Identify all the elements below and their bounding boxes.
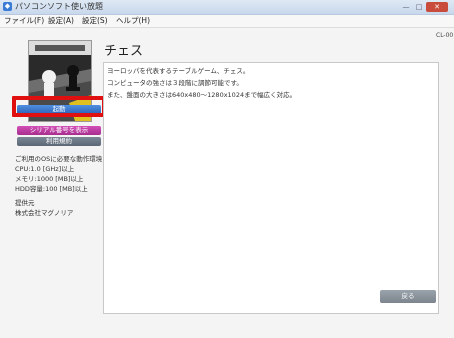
terms-button[interactable]: 利用規約 xyxy=(17,137,101,146)
window-title: パソコンソフト使い放題 xyxy=(15,2,103,11)
app-icon: ◆ xyxy=(3,2,12,11)
provider-info: 提供元 株式会社マグノリア xyxy=(15,198,73,218)
menu-help[interactable]: ヘルプ(H) xyxy=(116,15,150,27)
requirement-memory: メモリ:1000 [MB]以上 xyxy=(15,175,84,183)
close-button[interactable]: ✕ xyxy=(426,2,448,12)
system-requirements: ご利用のOSに必要な動作環境 CPU:1.0 [GHz]以上 メモリ:1000 … xyxy=(15,154,102,194)
description-line: コンピュータの強さは３段階に調節可能です。 xyxy=(107,79,243,87)
requirements-heading: ご利用のOSに必要な動作環境 xyxy=(15,155,103,163)
provider-name: 株式会社マグノリア xyxy=(15,209,74,217)
description-line: ヨーロッパを代表するテーブルゲーム、チェス。 xyxy=(107,67,250,75)
show-serial-button[interactable]: シリアル番号を表示 xyxy=(17,126,101,135)
sidebar: 起動 シリアル番号を表示 利用規約 ご利用のOSに必要な動作環境 CPU:1.0… xyxy=(10,28,106,338)
maximize-button[interactable]: □ xyxy=(413,2,425,12)
menu-file[interactable]: ファイル(F) xyxy=(4,15,44,27)
highlight-box xyxy=(12,96,106,117)
requirement-hdd: HDD容量:100 [MB]以上 xyxy=(15,185,88,193)
requirement-cpu: CPU:1.0 [GHz]以上 xyxy=(15,165,75,173)
description-line: また、盤面の大きさは640x480～1280x1024まで幅広く対応。 xyxy=(107,91,297,99)
main-content: 起動 シリアル番号を表示 利用規約 ご利用のOSに必要な動作環境 CPU:1.0… xyxy=(0,28,454,338)
minimize-button[interactable]: — xyxy=(400,2,412,12)
provider-label: 提供元 xyxy=(15,199,35,207)
back-button[interactable]: 戻る xyxy=(380,290,436,303)
page-title: チェス xyxy=(104,44,144,59)
app-window: ◆ パソコンソフト使い放題 — □ ✕ ファイル(F) 設定(A) 設定(S) … xyxy=(0,0,454,338)
title-bar: ◆ パソコンソフト使い放題 — □ ✕ xyxy=(0,0,454,15)
description-box: ヨーロッパを代表するテーブルゲーム、チェス。 コンピュータの強さは３段階に調節可… xyxy=(103,62,439,314)
menu-settings-a[interactable]: 設定(A) xyxy=(48,15,74,27)
menu-bar: ファイル(F) 設定(A) 設定(S) ヘルプ(H) xyxy=(0,15,454,28)
product-code: CL-00 xyxy=(436,32,454,39)
menu-settings-s[interactable]: 設定(S) xyxy=(82,15,108,27)
